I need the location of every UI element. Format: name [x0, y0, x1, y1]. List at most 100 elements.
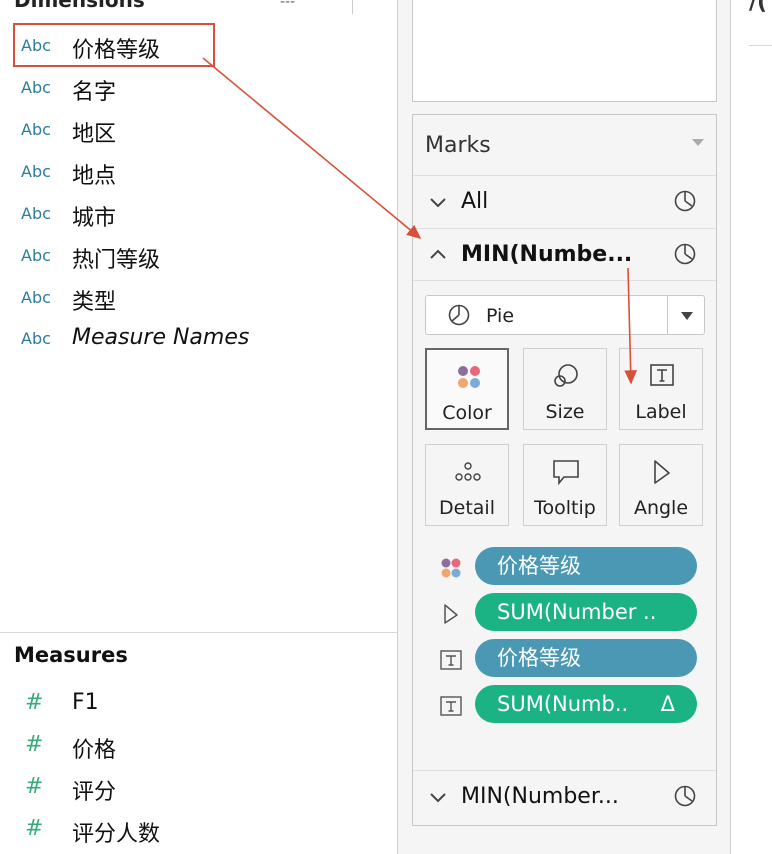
label-button[interactable]: Label: [619, 348, 703, 430]
divider: [0, 632, 397, 633]
field-name: 地区: [72, 122, 117, 147]
detail-icon: [455, 462, 481, 481]
measure-field-rating[interactable]: # 评分: [0, 768, 397, 808]
divider: [352, 0, 353, 14]
string-type-icon: Abc: [21, 78, 51, 97]
caret-down-icon[interactable]: [681, 312, 693, 320]
pill-label: SUM(Numb..: [497, 692, 629, 716]
angle-button[interactable]: Angle: [619, 444, 703, 526]
string-type-icon: Abc: [21, 204, 51, 223]
dimension-field-name[interactable]: Abc 名字: [0, 67, 397, 107]
field-name: 评分人数: [72, 822, 161, 847]
pie-icon: [448, 304, 470, 326]
divider: [413, 770, 716, 771]
string-type-icon: Abc: [21, 246, 51, 265]
measures-header: Measures: [14, 643, 128, 667]
field-name: Measure Names: [72, 325, 250, 350]
marks-title: Marks: [425, 133, 491, 158]
layer-name: MIN(Numbe...: [461, 242, 633, 267]
marks-pill-row[interactable]: SUM(Numb.. Δ: [413, 685, 716, 725]
cards-pane: Marks All MIN(Numbe... Pie Color Size La…: [397, 0, 731, 854]
text-label-icon: [650, 364, 674, 386]
button-label: Label: [635, 401, 687, 423]
tooltip-button[interactable]: Tooltip: [523, 444, 607, 526]
divider: [667, 296, 668, 334]
dimension-field-location[interactable]: Abc 地点: [0, 151, 397, 191]
number-type-icon: #: [25, 732, 44, 757]
measure-field-price[interactable]: # 价格: [0, 726, 397, 766]
button-label: Angle: [633, 497, 689, 519]
marks-card: Marks All MIN(Numbe... Pie Color Size La…: [412, 114, 717, 826]
measure-field-f1[interactable]: # F1: [0, 684, 397, 724]
marks-pill-row[interactable]: SUM(Number ..: [413, 593, 716, 633]
divider: [413, 228, 716, 229]
field-name: 名字: [72, 80, 117, 105]
dimension-field-type[interactable]: Abc 类型: [0, 277, 397, 317]
number-type-icon: #: [25, 774, 44, 799]
pie-icon: [674, 785, 696, 807]
table-calc-delta-icon: Δ: [660, 692, 675, 716]
chevron-down-icon: [430, 793, 446, 803]
color-icon: [458, 366, 480, 388]
field-name: 类型: [72, 290, 117, 315]
button-label: Color: [442, 402, 492, 424]
pie-icon: [674, 243, 696, 265]
field-pill[interactable]: SUM(Number ..: [475, 593, 697, 631]
field-name: 地点: [72, 164, 117, 189]
color-icon: [441, 558, 461, 578]
angle-icon: [444, 604, 458, 624]
field-name: 热门等级: [72, 248, 161, 273]
size-button[interactable]: Size: [523, 348, 607, 430]
highlight-box: [13, 23, 215, 67]
mark-type-select[interactable]: Pie: [425, 295, 705, 335]
size-icon: [554, 364, 578, 387]
layer-name: MIN(Number...: [461, 784, 619, 809]
chevron-down-icon: [430, 198, 446, 208]
string-type-icon: Abc: [21, 329, 51, 348]
view-pane: /(: [731, 0, 772, 854]
color-button[interactable]: Color: [425, 348, 509, 430]
text-label-icon: [440, 650, 462, 670]
field-pill[interactable]: 价格等级: [475, 547, 697, 585]
number-type-icon: #: [25, 690, 44, 715]
marks-pill-row[interactable]: 价格等级: [413, 547, 716, 587]
marks-layer-min-number-2[interactable]: MIN(Number...: [413, 772, 716, 822]
dimensions-tools-icon[interactable]: ---: [280, 0, 295, 10]
field-pill[interactable]: SUM(Numb.. Δ: [475, 685, 697, 723]
marks-pill-row[interactable]: 价格等级: [413, 639, 716, 679]
divider: [413, 175, 716, 176]
field-pill[interactable]: 价格等级: [475, 639, 697, 677]
field-name: 城市: [72, 206, 117, 231]
field-name: 价格: [72, 738, 117, 763]
pie-icon: [674, 190, 696, 212]
mark-type-value: Pie: [486, 305, 515, 327]
string-type-icon: Abc: [21, 288, 51, 307]
dimension-field-city[interactable]: Abc 城市: [0, 193, 397, 233]
dimension-field-popularity[interactable]: Abc 热门等级: [0, 235, 397, 275]
divider: [749, 45, 772, 46]
data-pane: Dimensions --- Abc 价格等级 Abc 名字 Abc 地区 Ab…: [0, 0, 397, 854]
dimension-field-measure-names[interactable]: Abc Measure Names: [0, 318, 397, 358]
dimensions-header: Dimensions: [14, 0, 145, 12]
measure-field-rating-count[interactable]: # 评分人数: [0, 810, 397, 850]
divider: [413, 280, 716, 281]
angle-icon: [654, 460, 670, 484]
chevron-up-icon: [430, 249, 446, 259]
button-label: Size: [545, 401, 585, 423]
string-type-icon: Abc: [21, 162, 51, 181]
layer-name: All: [461, 189, 489, 214]
detail-button[interactable]: Detail: [425, 444, 509, 526]
tooltip-icon: [553, 460, 579, 486]
filters-shelf[interactable]: [412, 0, 717, 102]
dimension-field-region[interactable]: Abc 地区: [0, 109, 397, 149]
button-label: Tooltip: [534, 497, 596, 519]
field-name: 评分: [72, 780, 117, 805]
marks-layer-all[interactable]: All: [413, 177, 716, 227]
field-name: F1: [72, 690, 99, 715]
text-label-icon: [440, 696, 462, 716]
caret-down-icon[interactable]: [692, 139, 704, 146]
string-type-icon: Abc: [21, 120, 51, 139]
marks-layer-min-number[interactable]: MIN(Numbe...: [413, 230, 716, 280]
view-title-partial: /(: [749, 0, 768, 15]
number-type-icon: #: [25, 816, 44, 841]
